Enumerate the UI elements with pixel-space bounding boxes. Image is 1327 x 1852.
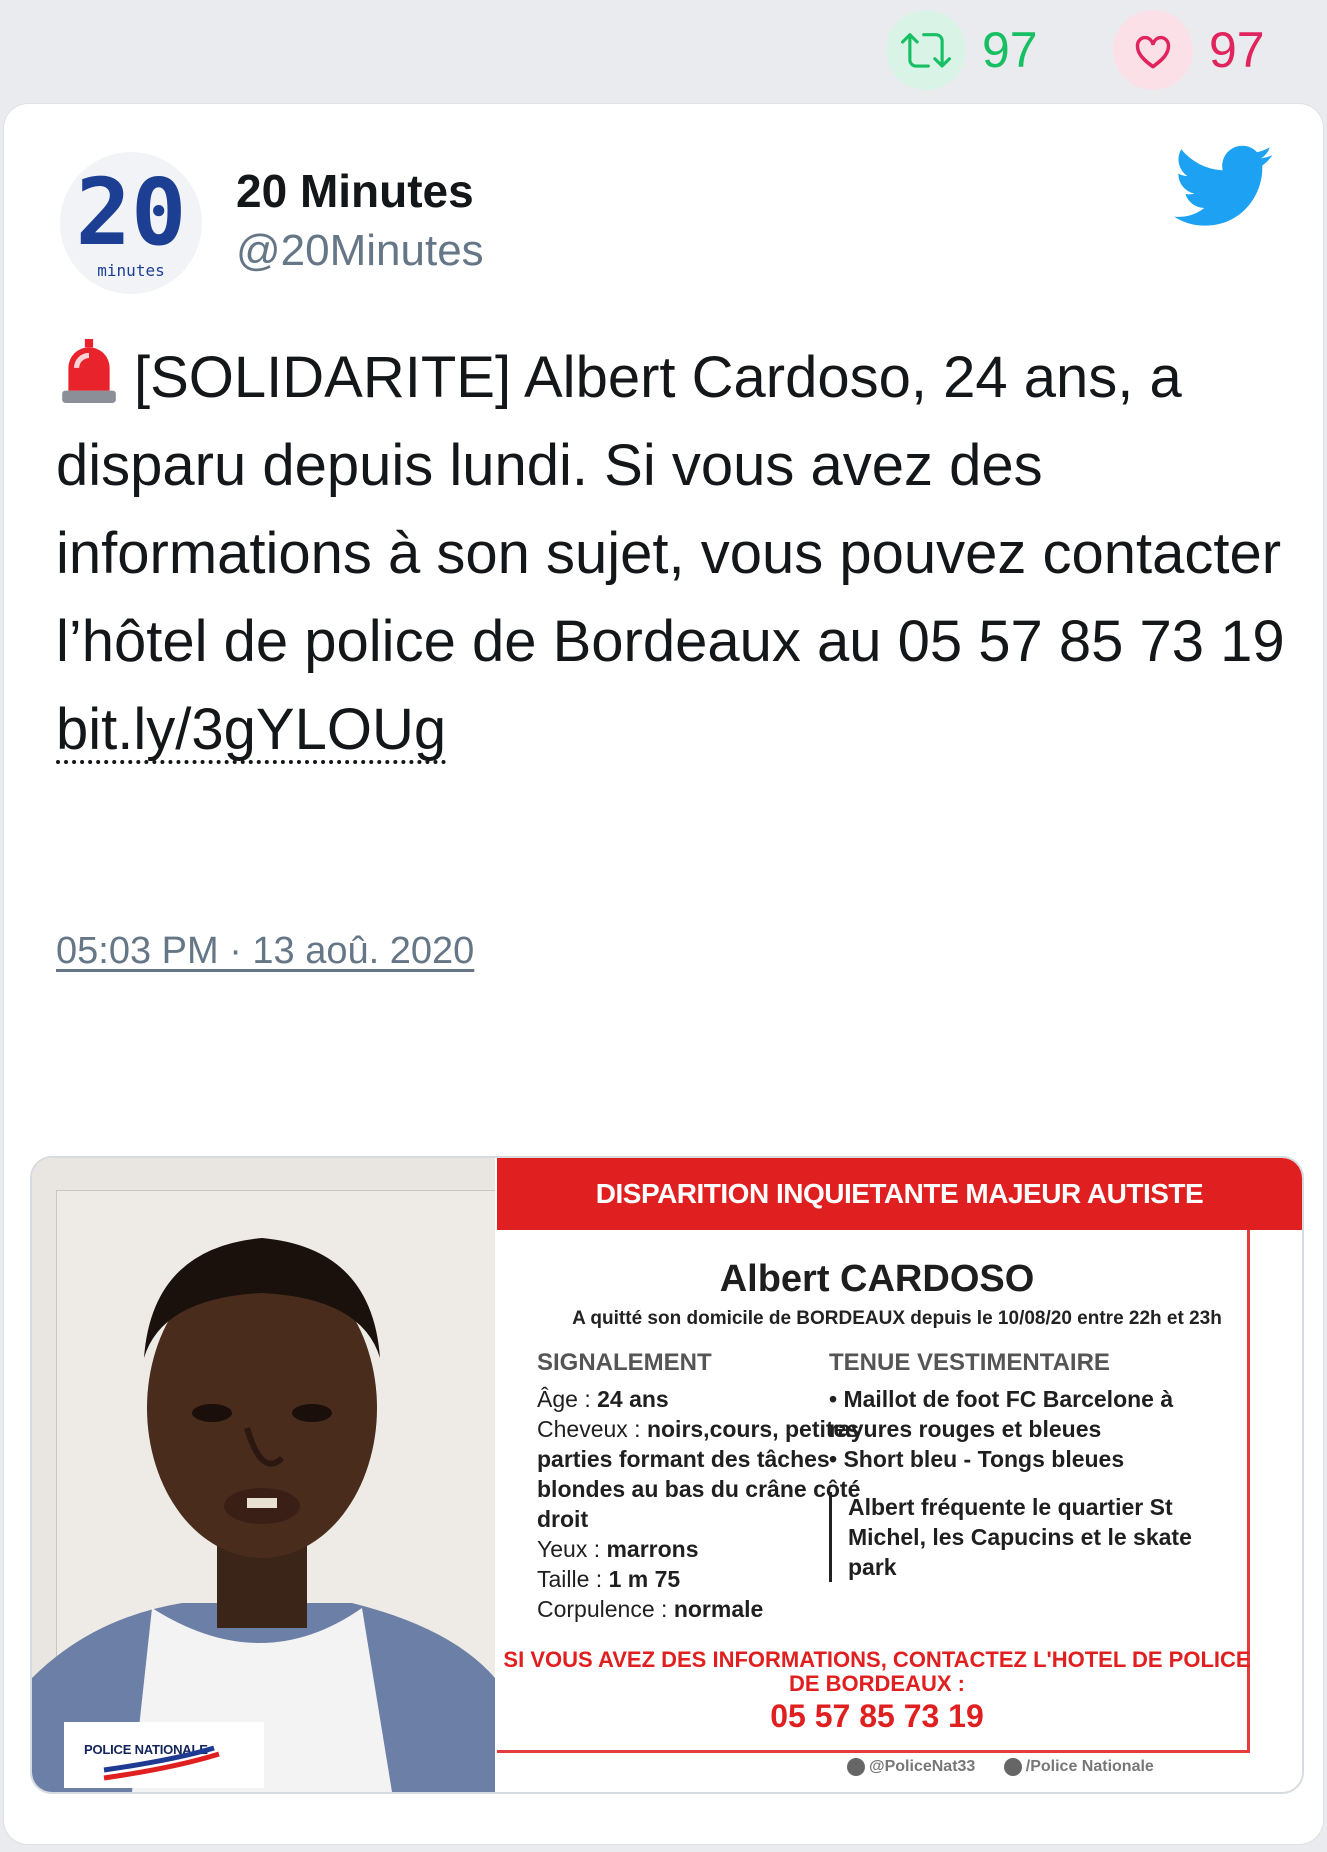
person-portrait	[32, 1238, 495, 1792]
signalement-section: SIGNALEMENT Âge : 24 ans Cheveux : noirs…	[537, 1348, 877, 1624]
retweet-stat[interactable]: 97	[886, 10, 1038, 90]
siren-emoji-icon	[62, 339, 116, 403]
tweet-body: [SOLIDARITE] Albert Cardoso, 24 ans, a d…	[56, 345, 1285, 674]
retweet-icon	[886, 10, 966, 90]
tweet-card: 20 minutes 20 Minutes @20Minutes [SOLIDA…	[4, 104, 1323, 1844]
20minutes-logo: 20 minutes	[76, 159, 187, 280]
svg-text:20: 20	[76, 159, 187, 266]
poster-phone: 05 57 85 73 19	[770, 1698, 984, 1734]
poster-social: @PoliceNat33 /Police Nationale	[847, 1758, 1287, 1781]
facebook-small-icon	[1003, 1758, 1022, 1776]
tweet-timestamp[interactable]: 05:03 PM · 13 aoû. 2020	[56, 930, 474, 973]
like-stat[interactable]: 97	[1113, 10, 1265, 90]
retweet-count: 97	[982, 22, 1038, 78]
heart-icon	[1113, 10, 1193, 90]
tenue-section: TENUE VESTIMENTAIRE • Maillot de foot FC…	[829, 1348, 1209, 1582]
twitter-small-icon	[847, 1758, 865, 1776]
svg-text:minutes: minutes	[97, 261, 164, 280]
tweet-stats-bar: 97 97	[0, 0, 1327, 100]
tenue-note: Albert fréquente le quartier St Michel, …	[829, 1492, 1209, 1582]
author-name[interactable]: 20 Minutes	[236, 164, 474, 218]
tweet-text: [SOLIDARITE] Albert Cardoso, 24 ans, a d…	[56, 334, 1286, 774]
poster-banner: DISPARITION INQUIETANTE MAJEUR AUTISTE	[497, 1158, 1302, 1230]
poster-left-home: A quitté son domicile de BORDEAUX depuis…	[572, 1308, 1222, 1329]
poster-person-name: Albert CARDOSO	[719, 1258, 1035, 1300]
signalement-heading: SIGNALEMENT	[537, 1349, 712, 1376]
avatar[interactable]: 20 minutes	[60, 152, 202, 294]
tenue-heading: TENUE VESTIMENTAIRE	[829, 1349, 1110, 1376]
poster-contact: SI VOUS AVEZ DES INFORMATIONS, CONTACTEZ…	[503, 1647, 1251, 1696]
police-nationale-logo: POLICE NATIONALE	[64, 1722, 264, 1788]
twitter-bird-icon[interactable]	[1174, 144, 1274, 230]
tweet-media-image[interactable]: POLICE NATIONALE DISPARITION INQUIETANTE…	[30, 1156, 1304, 1794]
poster-info-panel: DISPARITION INQUIETANTE MAJEUR AUTISTE A…	[497, 1158, 1302, 1792]
author-handle[interactable]: @20Minutes	[236, 226, 484, 276]
like-count: 97	[1209, 22, 1265, 78]
missing-person-photo: POLICE NATIONALE	[32, 1158, 495, 1792]
tweet-link[interactable]: bit.ly/3gYLOUg	[56, 700, 447, 764]
